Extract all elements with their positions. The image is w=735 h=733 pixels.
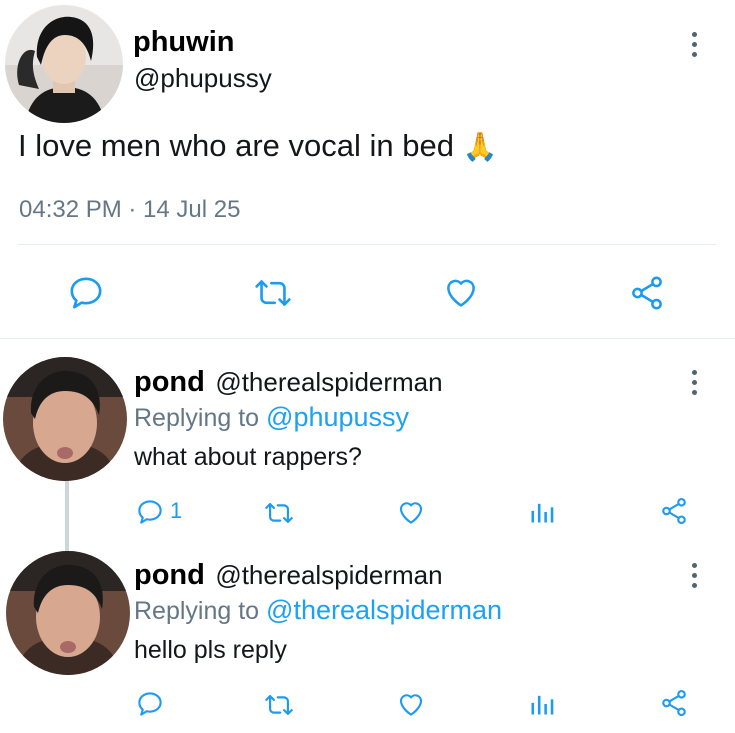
like-icon[interactable] <box>442 273 480 311</box>
retweet-icon[interactable] <box>253 275 293 311</box>
main-display-name[interactable]: phuwin <box>133 26 234 59</box>
thread-connector-line <box>65 475 69 553</box>
more-options-icon[interactable] <box>686 560 702 590</box>
avatar-pond[interactable] <box>3 357 127 481</box>
replying-to-line: Replying to @therealspiderman <box>134 595 502 626</box>
main-handle[interactable]: @phupussy <box>134 63 272 94</box>
more-options-icon[interactable] <box>686 367 702 397</box>
reply-icon[interactable] <box>135 497 165 527</box>
avatar-phuwin[interactable] <box>5 5 123 123</box>
analytics-icon[interactable] <box>528 690 556 718</box>
analytics-icon[interactable] <box>528 498 556 526</box>
praying-hands-emoji: 🙏 <box>462 131 498 162</box>
tweet-text-body: I love men who are vocal in bed <box>18 128 454 163</box>
divider <box>0 338 735 339</box>
reply-handle[interactable]: @therealspiderman <box>215 367 442 397</box>
reply-count: 1 <box>170 498 183 523</box>
more-options-icon[interactable] <box>686 29 702 59</box>
reply-icon[interactable] <box>66 273 106 313</box>
share-icon[interactable] <box>659 688 689 718</box>
replying-to-label: Replying to <box>134 404 260 432</box>
like-icon[interactable] <box>396 497 426 527</box>
avatar-pond[interactable] <box>6 551 130 675</box>
like-icon[interactable] <box>396 689 426 719</box>
replying-to-handle[interactable]: @phupussy <box>266 402 409 432</box>
retweet-icon[interactable] <box>263 499 295 527</box>
reply-display-name[interactable]: pond <box>134 366 205 398</box>
replying-to-handle[interactable]: @therealspiderman <box>266 595 502 625</box>
retweet-icon[interactable] <box>263 691 295 719</box>
tweet-text: I love men who are vocal in bed 🙏 <box>18 128 497 164</box>
share-icon[interactable] <box>628 274 666 312</box>
share-icon[interactable] <box>659 496 689 526</box>
replying-to-label: Replying to <box>134 597 260 625</box>
replying-to-line: Replying to @phupussy <box>134 402 409 433</box>
reply-text: hello pls reply <box>134 636 287 664</box>
reply-handle[interactable]: @therealspiderman <box>215 560 442 590</box>
tweet-timestamp: 04:32 PM · 14 Jul 25 <box>19 196 241 223</box>
reply-header: pond @therealspiderman <box>134 366 443 399</box>
reply-text: what about rappers? <box>134 443 362 471</box>
reply-display-name[interactable]: pond <box>134 559 205 591</box>
reply-header: pond @therealspiderman <box>134 559 443 592</box>
divider <box>18 244 716 245</box>
reply-icon[interactable] <box>135 689 165 719</box>
